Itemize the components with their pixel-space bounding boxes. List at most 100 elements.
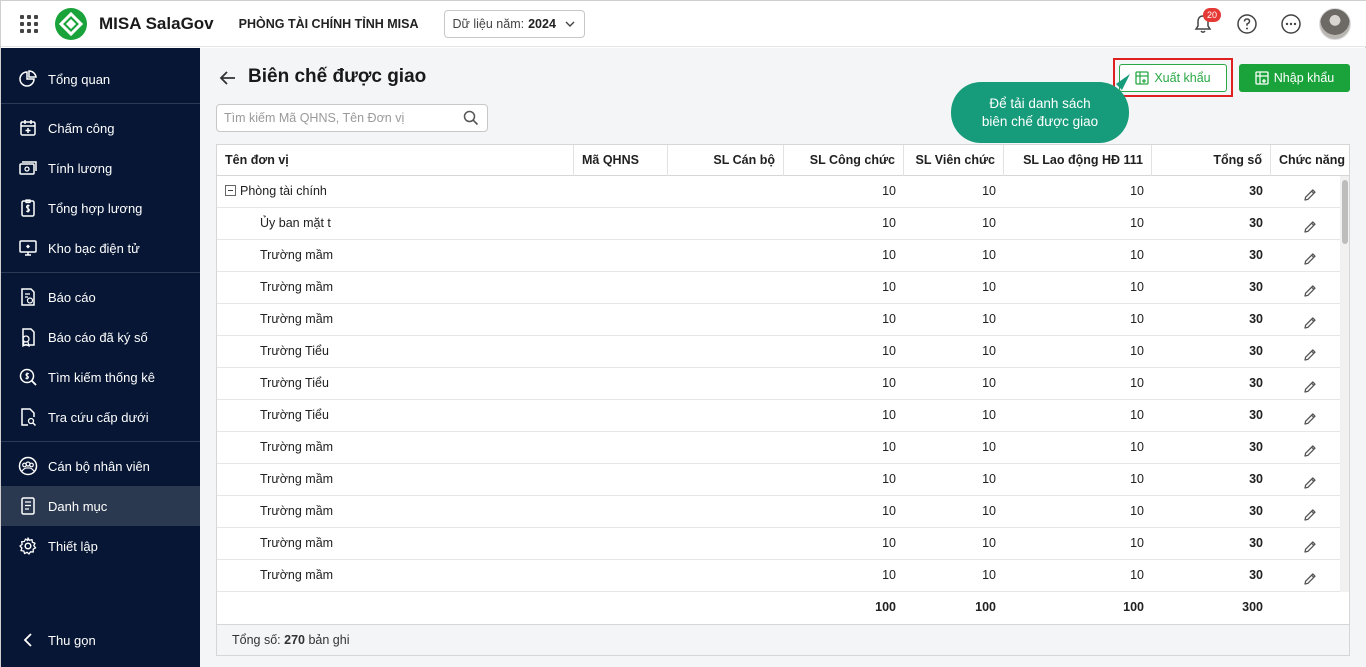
export-button[interactable]: Xuất khẩu [1119,64,1227,92]
edit-pencil-icon[interactable] [1302,536,1318,553]
vertical-scrollbar[interactable] [1340,176,1349,592]
sidebar-item-kho-bac[interactable]: Kho bạc điện tử [1,228,200,268]
sidebar-item-bao-cao-ky-so[interactable]: Báo cáo đã ký số [1,317,200,357]
table-row[interactable]: Trường mầm 10 10 10 30 [217,496,1349,528]
table-row[interactable]: Trường mầm 10 10 10 30 [217,528,1349,560]
table-row[interactable]: Trường mầm 10 10 10 30 [217,432,1349,464]
spreadsheet-export-icon [1135,71,1149,85]
cell-sl-can-bo [668,272,784,303]
table-row[interactable]: Trường Tiểu 10 10 10 30 [217,368,1349,400]
cell-sl-cong-chuc: 10 [882,312,896,326]
year-select[interactable]: Dữ liệu năm: 2024 [443,9,585,38]
top-bar: MISA SalaGov PHÒNG TÀI CHÍNH TỈNH MISA D… [1,1,1366,47]
report-icon [21,288,35,306]
column-header-sl-cong-chuc[interactable]: SL Công chức [784,145,904,176]
cell-ten-don-vi: Trường mầm [217,304,574,335]
cell-sl-cong-chuc: 10 [882,184,896,198]
edit-pencil-icon[interactable] [1302,408,1318,425]
cell-sl-vien-chuc: 10 [982,472,996,486]
import-button[interactable]: Nhập khẩu [1239,64,1350,92]
cell-tong-so: 30 [1249,344,1263,358]
column-header-sl-vien-chuc[interactable]: SL Viên chức [904,145,1004,176]
edit-pencil-icon[interactable] [1302,376,1318,393]
search-icon[interactable] [463,110,479,126]
cell-ten-don-vi: Trường mầm [217,464,574,495]
table-row[interactable]: Trường mầm 10 10 10 30 [217,240,1349,272]
money-icon [19,161,37,175]
cell-sl-can-bo [668,368,784,399]
file-search-icon [21,408,37,427]
sidebar-item-tra-cuu-cap-duoi[interactable]: Tra cứu cấp dưới [1,397,200,437]
table-row[interactable]: Trường mầm 10 10 10 30 [217,304,1349,336]
column-header-sl-can-bo[interactable]: SL Cán bộ [668,145,784,176]
user-avatar[interactable] [1319,8,1351,40]
sidebar-item-tinh-luong[interactable]: Tính lương [1,148,200,188]
search-box [216,104,488,132]
total-code-cell [574,592,668,623]
cell-ten-don-vi: Trường Tiểu [217,400,574,431]
more-button[interactable] [1279,12,1303,36]
unit-name: Trường mầm [260,280,334,294]
table-row[interactable]: Ủy ban mặt t 10 10 10 30 [217,208,1349,240]
collapse-toggle-icon[interactable] [225,185,236,197]
calendar-icon [20,120,36,136]
unit-name: Trường mầm [260,472,334,486]
organization-name: PHÒNG TÀI CHÍNH TỈNH MISA [238,16,419,31]
table-row[interactable]: Trường mầm 10 10 10 30 [217,272,1349,304]
notification-button[interactable]: 20 [1191,8,1221,36]
cell-chuc-nang [1271,528,1349,559]
edit-pencil-icon[interactable] [1302,504,1318,521]
column-header-tong-so[interactable]: Tổng số [1152,145,1271,176]
sidebar-item-danh-muc[interactable]: Danh mục [1,486,200,526]
edit-pencil-icon[interactable] [1302,184,1318,201]
table-row[interactable]: Trường mầm 10 10 10 30 [217,560,1349,592]
back-arrow-icon[interactable] [218,68,238,88]
collapse-label: Thu gọn [48,632,96,648]
help-button[interactable] [1235,12,1259,36]
unit-name: Trường mầm [260,440,334,454]
unit-name: Trường mầm [260,504,334,518]
sidebar-item-can-bo-nhan-vien[interactable]: Cán bộ nhân viên [1,446,200,486]
sidebar-divider [1,272,200,273]
edit-pencil-icon[interactable] [1302,440,1318,457]
edit-pencil-icon[interactable] [1302,280,1318,297]
edit-pencil-icon[interactable] [1302,472,1318,489]
scrollbar-thumb[interactable] [1342,180,1348,244]
sidebar-item-tong-hop-luong[interactable]: Tổng hợp lương [1,188,200,228]
column-header-ma-qhns[interactable]: Mã QHNS [574,145,668,176]
total-cong-chuc: 100 [875,600,896,614]
sidebar-item-bao-cao[interactable]: Báo cáo [1,277,200,317]
edit-pencil-icon[interactable] [1302,568,1318,585]
column-header-ten-don-vi[interactable]: Tên đơn vị [217,145,574,176]
sidebar-item-label: Tra cứu cấp dưới [48,409,149,425]
cell-chuc-nang [1271,432,1349,463]
app-grid-icon[interactable] [18,13,40,35]
column-header-sl-lao-dong[interactable]: SL Lao động HĐ 111 [1004,145,1152,176]
sidebar-item-thiet-lap[interactable]: Thiết lập [1,526,200,566]
table-row[interactable]: Trường mầm 10 10 10 30 [217,464,1349,496]
sidebar-item-label: Báo cáo đã ký số [48,329,148,345]
table-row[interactable]: Trường Tiểu 10 10 10 30 [217,336,1349,368]
edit-pencil-icon[interactable] [1302,216,1318,233]
table-row[interactable]: Trường Tiểu 10 10 10 30 [217,400,1349,432]
main-content: Biên chế được giao Xuất khẩu Nhập khẩu Đ… [200,48,1366,667]
search-input[interactable] [217,105,463,131]
edit-pencil-icon[interactable] [1302,312,1318,329]
sidebar-item-label: Kho bạc điện tử [48,240,140,256]
sidebar-divider [1,103,200,104]
edit-pencil-icon[interactable] [1302,248,1318,265]
collapse-sidebar-button[interactable]: Thu gọn [1,620,200,660]
cell-sl-can-bo [668,496,784,527]
table-row[interactable]: Phòng tài chính 10 10 10 30 [217,176,1349,208]
cell-tong-so: 30 [1249,440,1263,454]
sidebar-item-tim-kiem-thong-ke[interactable]: Tìm kiếm thống kê [1,357,200,397]
cell-tong-so: 30 [1249,248,1263,262]
unit-name: Trường Tiểu [260,408,329,422]
sidebar-item-label: Thiết lập [48,538,98,554]
sidebar-item-tong-quan[interactable]: Tổng quan [1,59,200,99]
cell-ma-qhns [574,368,668,399]
edit-pencil-icon[interactable] [1302,344,1318,361]
sidebar-item-cham-cong[interactable]: Chấm công [1,108,200,148]
cell-sl-lao-dong: 10 [1130,504,1144,518]
cell-sl-vien-chuc: 10 [982,312,996,326]
